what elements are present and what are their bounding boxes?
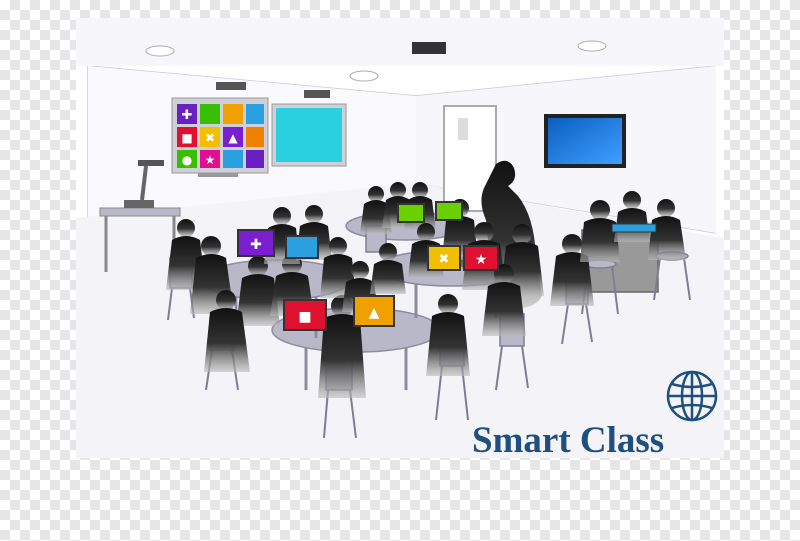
svg-text:✚: ✚ (182, 108, 193, 123)
svg-text:★: ★ (475, 252, 488, 268)
svg-text:▲: ▲ (228, 131, 238, 145)
ceiling-light (145, 45, 175, 57)
globe-icon (666, 370, 718, 422)
svg-text:★: ★ (205, 153, 216, 167)
wall-tv-screen (548, 118, 622, 164)
ceiling-projector (412, 42, 446, 54)
svg-text:■: ■ (298, 309, 311, 325)
whiteboard-screen (276, 108, 342, 162)
door-window (458, 118, 468, 140)
classroom-scene: ✚ ■ ✖ ▲ ● ★ ✚ ✖ ★ ■ ▲ Smart Class (76, 18, 724, 458)
svg-text:▲: ▲ (369, 305, 380, 321)
short-throw-projector (216, 82, 246, 90)
svg-text:●: ● (182, 153, 192, 167)
ceiling (76, 18, 724, 66)
classroom-illustration: ✚ ■ ✖ ▲ ● ★ ✚ ✖ ★ ■ ▲ Smart Class (76, 18, 724, 458)
ceiling-light (577, 40, 607, 52)
svg-text:✖: ✖ (205, 131, 215, 145)
svg-text:✚: ✚ (250, 237, 262, 253)
logo-text: Smart Class (472, 420, 664, 458)
ceiling-light (349, 70, 379, 82)
whiteboard-tray (198, 173, 238, 177)
svg-text:■: ■ (181, 131, 192, 145)
svg-text:✖: ✖ (439, 252, 450, 267)
short-throw-projector (304, 90, 330, 98)
